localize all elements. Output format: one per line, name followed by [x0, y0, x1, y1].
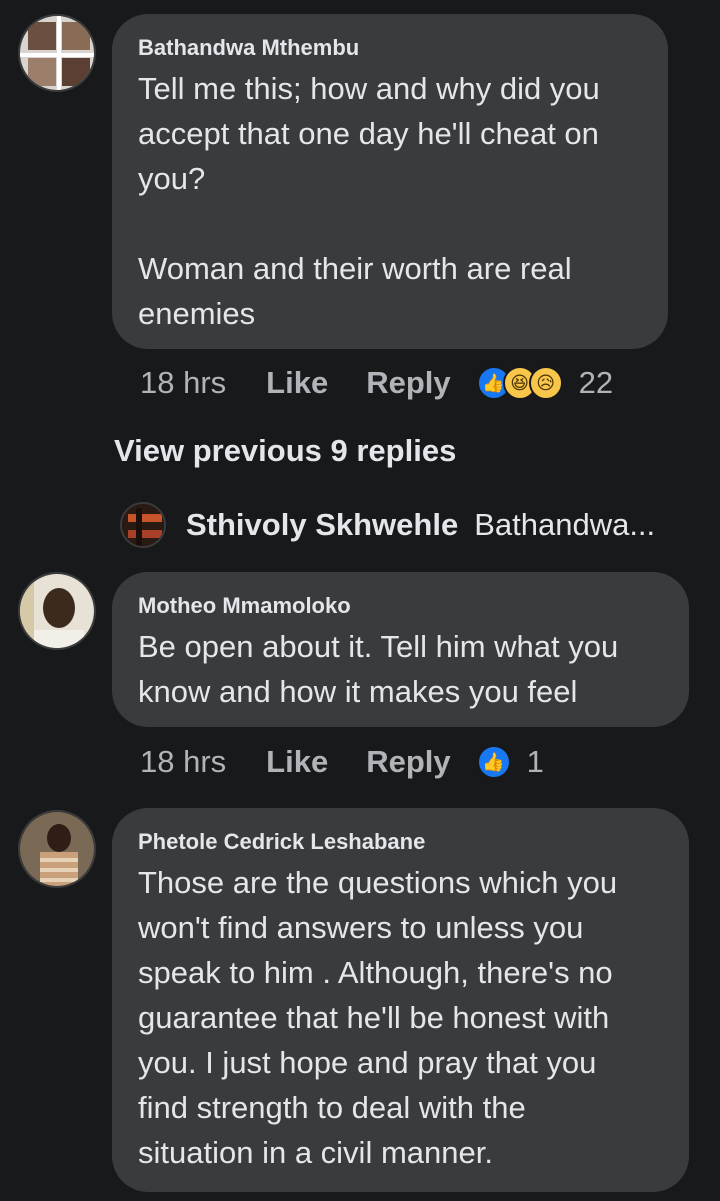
- comment-text: Be open about it. Tell him what you know…: [138, 629, 619, 709]
- like-button[interactable]: Like: [266, 744, 328, 780]
- avatar-image: [20, 574, 94, 648]
- reaction-summary[interactable]: 👍: [476, 745, 511, 779]
- view-previous-replies-link[interactable]: View previous 9 replies: [114, 433, 456, 469]
- avatar-image: [20, 812, 94, 886]
- reply-preview-text: Bathandwa...: [474, 507, 656, 542]
- avatar[interactable]: [18, 572, 96, 650]
- sad-icon: 😥: [528, 366, 563, 400]
- comment-bubble: Bathandwa Mthembu Tell me this; how and …: [112, 14, 668, 349]
- comment-actions: 18 hrs Like Reply 👍 😆 😥 22: [140, 361, 613, 405]
- reaction-count[interactable]: 22: [579, 365, 613, 401]
- avatar-image: [122, 504, 164, 546]
- avatar-image: [20, 16, 94, 90]
- comment-author[interactable]: Phetole Cedrick Leshabane: [138, 828, 663, 856]
- reply-preview[interactable]: Sthivoly Skhwehle Bathandwa...: [120, 502, 655, 548]
- like-button[interactable]: Like: [266, 365, 328, 401]
- comment-actions: 18 hrs Like Reply 👍 1: [140, 740, 544, 784]
- reaction-count[interactable]: 1: [527, 744, 544, 780]
- reply-button[interactable]: Reply: [366, 744, 450, 780]
- comment-author[interactable]: Bathandwa Mthembu: [138, 34, 642, 62]
- comment-time[interactable]: 18 hrs: [140, 744, 226, 780]
- like-icon: 👍: [476, 745, 511, 779]
- comment-bubble: Motheo Mmamoloko Be open about it. Tell …: [112, 572, 689, 727]
- reaction-summary[interactable]: 👍 😆 😥: [476, 366, 563, 400]
- comment-text: Those are the questions which you won't …: [138, 865, 618, 1170]
- reply-button[interactable]: Reply: [366, 365, 450, 401]
- comment-text: Tell me this; how and why did you accept…: [138, 71, 600, 331]
- avatar[interactable]: [18, 810, 96, 888]
- avatar: [120, 502, 166, 548]
- comment-time[interactable]: 18 hrs: [140, 365, 226, 401]
- reply-preview-author[interactable]: Sthivoly Skhwehle: [186, 507, 458, 543]
- comment-author[interactable]: Motheo Mmamoloko: [138, 592, 663, 620]
- comment-bubble: Phetole Cedrick Leshabane Those are the …: [112, 808, 689, 1192]
- avatar[interactable]: [18, 14, 96, 92]
